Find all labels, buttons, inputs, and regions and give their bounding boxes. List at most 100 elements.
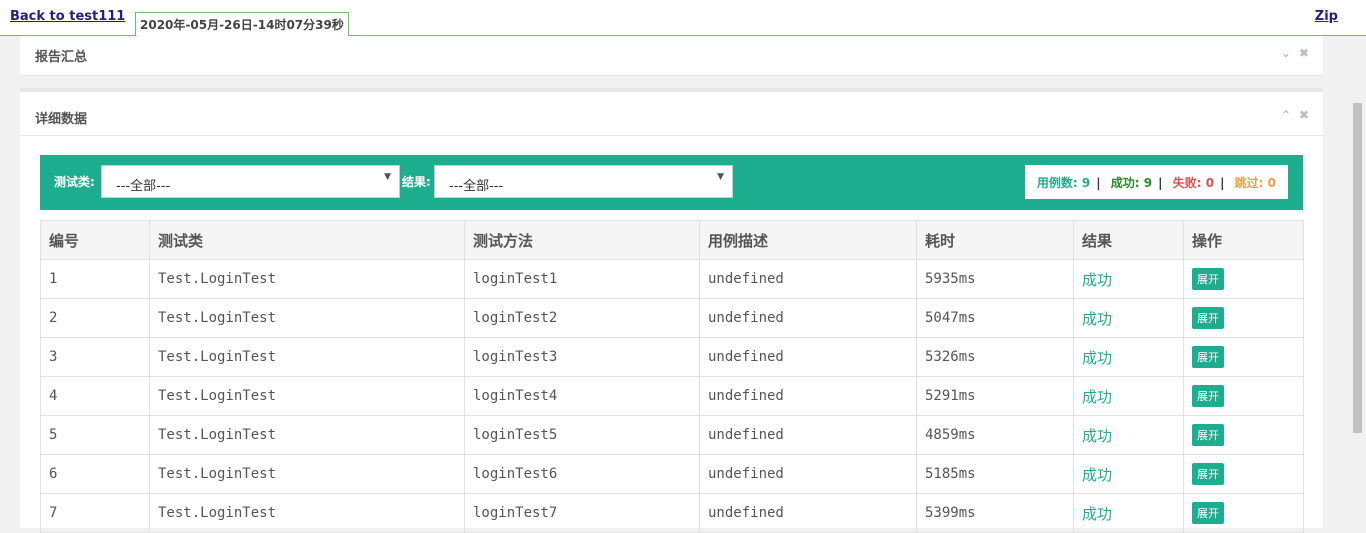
table-cell: Test.LoginTest bbox=[149, 454, 465, 494]
back-link[interactable]: Back to test111 bbox=[10, 9, 125, 24]
table-cell: undefined bbox=[699, 259, 917, 299]
panel-divider bbox=[20, 135, 1323, 136]
close-icon[interactable]: ✖ bbox=[1299, 46, 1309, 60]
table-cell: 6 bbox=[40, 454, 150, 494]
pass-label: 成功: bbox=[1110, 176, 1140, 190]
table-cell: 5326ms bbox=[916, 337, 1074, 377]
result-cell: 成功 bbox=[1073, 415, 1184, 455]
class-filter-value: ---全部--- bbox=[116, 179, 171, 194]
table-cell: loginTest5 bbox=[464, 415, 700, 455]
detail-panel-title: 详细数据 bbox=[35, 112, 88, 127]
column-header: 编号 bbox=[40, 220, 150, 260]
expand-button[interactable]: 展开 bbox=[1192, 463, 1224, 485]
column-header: 耗时 bbox=[916, 220, 1074, 260]
table-cell: undefined bbox=[699, 454, 917, 494]
fail-count: 0 bbox=[1205, 176, 1215, 190]
result-cell: 成功 bbox=[1073, 493, 1184, 533]
expand-button[interactable]: 展开 bbox=[1192, 346, 1224, 368]
table-cell: Test.LoginTest bbox=[149, 298, 465, 338]
detail-panel-tools: ⌃ ✖ bbox=[1281, 108, 1309, 122]
table-row: 6 Test.LoginTest loginTest6 undefined 5185ms… bbox=[40, 454, 1304, 494]
table-cell: 2 bbox=[40, 298, 150, 338]
skip-count: 0 bbox=[1267, 176, 1276, 190]
stats-box: 用例数: 9 | 成功: 9 | 失败: 0 | 跳过: 0 bbox=[1024, 165, 1288, 199]
action-cell: 展开 bbox=[1183, 415, 1304, 455]
total-count: 9 bbox=[1081, 176, 1091, 190]
result-cell: 成功 bbox=[1073, 454, 1184, 494]
action-cell: 展开 bbox=[1183, 376, 1304, 416]
pass-count: 9 bbox=[1143, 176, 1153, 190]
result-cell: 成功 bbox=[1073, 376, 1184, 416]
result-cell: 成功 bbox=[1073, 337, 1184, 377]
table-body: 1 Test.LoginTest loginTest1 undefined 5935ms… bbox=[40, 259, 1304, 533]
caret-down-icon: ▼ bbox=[717, 172, 724, 182]
table-cell: 5935ms bbox=[916, 259, 1074, 299]
summary-panel-title: 报告汇总 bbox=[35, 50, 88, 65]
action-cell: 展开 bbox=[1183, 298, 1304, 338]
skip-label: 跳过: bbox=[1234, 176, 1264, 190]
fail-label: 失败: bbox=[1172, 176, 1202, 190]
chevron-down-icon[interactable]: ⌄ bbox=[1281, 46, 1291, 60]
result-cell: 成功 bbox=[1073, 259, 1184, 299]
table-cell: loginTest6 bbox=[464, 454, 700, 494]
expand-button[interactable]: 展开 bbox=[1192, 502, 1224, 524]
column-header: 操作 bbox=[1183, 220, 1304, 260]
table-cell: loginTest1 bbox=[464, 259, 700, 299]
table-cell: 5047ms bbox=[916, 298, 1074, 338]
table-cell: loginTest3 bbox=[464, 337, 700, 377]
result-filter-value: ---全部--- bbox=[449, 179, 504, 194]
table-cell: Test.LoginTest bbox=[149, 337, 465, 377]
action-cell: 展开 bbox=[1183, 337, 1304, 377]
table-cell: 3 bbox=[40, 337, 150, 377]
column-header: 测试方法 bbox=[464, 220, 700, 260]
total-label: 用例数: bbox=[1036, 176, 1078, 190]
table-cell: undefined bbox=[699, 337, 917, 377]
table-cell: 5185ms bbox=[916, 454, 1074, 494]
column-header: 用例描述 bbox=[699, 220, 917, 260]
table-cell: undefined bbox=[699, 376, 917, 416]
action-cell: 展开 bbox=[1183, 259, 1304, 299]
table-cell: Test.LoginTest bbox=[149, 493, 465, 533]
close-icon[interactable]: ✖ bbox=[1299, 108, 1309, 122]
zip-link[interactable]: Zip bbox=[1315, 9, 1338, 24]
table-cell: loginTest4 bbox=[464, 376, 700, 416]
table-row: 4 Test.LoginTest loginTest4 undefined 5291ms… bbox=[40, 376, 1304, 416]
results-table: 编号 测试类 测试方法 用例描述 耗时 结果 操作 1 Test.LoginTest login… bbox=[40, 220, 1304, 533]
top-bar: Back to test111 2020年-05月-26日-14时07分39秒 … bbox=[0, 0, 1366, 36]
table-row: 3 Test.LoginTest loginTest3 undefined 5326ms… bbox=[40, 337, 1304, 377]
result-filter-select[interactable]: ---全部--- ▼ bbox=[434, 165, 733, 198]
table-cell: undefined bbox=[699, 493, 917, 533]
action-cell: 展开 bbox=[1183, 454, 1304, 494]
table-cell: loginTest2 bbox=[464, 298, 700, 338]
summary-panel: 报告汇总 ⌄ ✖ bbox=[20, 36, 1323, 76]
class-filter-label: 测试类: bbox=[54, 175, 95, 189]
expand-button[interactable]: 展开 bbox=[1192, 385, 1224, 407]
table-cell: 4 bbox=[40, 376, 150, 416]
table-cell: undefined bbox=[699, 298, 917, 338]
scrollbar-thumb[interactable] bbox=[1353, 103, 1362, 433]
table-row: 5 Test.LoginTest loginTest5 undefined 4859ms… bbox=[40, 415, 1304, 455]
table-cell: 4859ms bbox=[916, 415, 1074, 455]
column-header: 结果 bbox=[1073, 220, 1184, 260]
expand-button[interactable]: 展开 bbox=[1192, 424, 1224, 446]
table-cell: Test.LoginTest bbox=[149, 415, 465, 455]
table-cell: loginTest7 bbox=[464, 493, 700, 533]
caret-down-icon: ▼ bbox=[384, 172, 391, 182]
result-cell: 成功 bbox=[1073, 298, 1184, 338]
class-filter-select[interactable]: ---全部--- ▼ bbox=[101, 165, 400, 198]
detail-panel: 详细数据 ⌃ ✖ 测试类: ---全部--- ▼ 结果: ---全部--- ▼ … bbox=[20, 88, 1323, 533]
result-filter-label: 结果: bbox=[402, 175, 431, 189]
table-cell: undefined bbox=[699, 415, 917, 455]
action-cell: 展开 bbox=[1183, 493, 1304, 533]
expand-button[interactable]: 展开 bbox=[1192, 268, 1224, 290]
summary-panel-tools: ⌄ ✖ bbox=[1281, 46, 1309, 60]
table-row: 2 Test.LoginTest loginTest2 undefined 5047ms… bbox=[40, 298, 1304, 338]
report-timestamp: 2020年-05月-26日-14时07分39秒 bbox=[135, 12, 349, 36]
expand-button[interactable]: 展开 bbox=[1192, 307, 1224, 329]
table-cell: 5291ms bbox=[916, 376, 1074, 416]
table-cell: 5 bbox=[40, 415, 150, 455]
table-row: 7 Test.LoginTest loginTest7 undefined 5399ms… bbox=[40, 493, 1304, 533]
table-cell: Test.LoginTest bbox=[149, 259, 465, 299]
chevron-up-icon[interactable]: ⌃ bbox=[1281, 108, 1291, 122]
filter-bar: 测试类: ---全部--- ▼ 结果: ---全部--- ▼ 用例数: 9 | 成… bbox=[40, 155, 1303, 210]
